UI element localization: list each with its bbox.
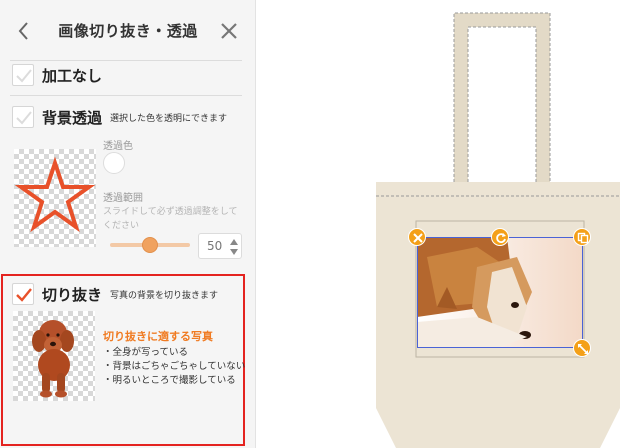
panel-header: 画像切り抜き・透過 (0, 0, 256, 60)
range-slider-knob[interactable] (142, 237, 158, 253)
tote-bag-mockup (376, 12, 620, 448)
duplicate-handle[interactable] (573, 228, 591, 246)
option-description: 写真の背景を切り抜きます (110, 290, 219, 301)
range-value: 50 (207, 239, 223, 253)
option-description: 選択した色を透明にできます (110, 113, 228, 124)
transparent-color-label: 透過色 (103, 141, 133, 152)
rotate-handle[interactable] (491, 228, 509, 246)
transparent-color-swatch[interactable] (103, 152, 125, 174)
poodle-illustration (32, 320, 74, 398)
range-value-stepper[interactable]: 50 (198, 233, 242, 259)
duplicate-icon (577, 232, 589, 244)
list-item: ・背景はごちゃごちゃしていない (103, 361, 246, 372)
option-background-transparent[interactable]: 背景透過 選択した色を透明にできます (12, 104, 227, 130)
checkbox-background-transparent[interactable] (12, 106, 34, 128)
range-hint: スライドして必ず透過調整をしてください (103, 207, 238, 231)
close-icon (221, 23, 237, 39)
cutout-example-image (13, 311, 95, 401)
edit-panel: 画像切り抜き・透過 加工なし 背景透過 選択した色を透明にできます 透過色 透過… (0, 0, 256, 448)
list-item: ・明るいところで撮影している (103, 375, 236, 386)
star-icon (14, 156, 96, 233)
option-cutout[interactable]: 切り抜き 写真の背景を切り抜きます (12, 281, 218, 307)
rotate-icon (496, 233, 506, 243)
back-button[interactable] (14, 18, 34, 44)
stepper-arrows-icon[interactable] (229, 237, 239, 257)
option-label: 背景透過 (42, 108, 103, 127)
checkbox-no-processing[interactable] (12, 64, 34, 86)
suitable-photo-title: 切り抜きに適する写真 (103, 330, 213, 343)
design-canvas[interactable] (256, 0, 640, 448)
option-no-processing[interactable]: 加工なし (12, 62, 102, 88)
transparent-preview-image (14, 149, 96, 247)
transparent-range-label: 透過範囲 (103, 193, 143, 204)
close-icon (413, 233, 423, 243)
list-item: ・全身が写っている (103, 347, 189, 358)
checkbox-cutout[interactable] (12, 283, 34, 305)
check-icon (16, 69, 32, 83)
check-icon (16, 111, 32, 125)
option-label: 切り抜き (42, 285, 103, 304)
divider (10, 95, 242, 96)
chevron-left-icon (18, 22, 28, 40)
selection-box[interactable] (417, 237, 583, 348)
resize-icon (578, 344, 588, 354)
close-button[interactable] (218, 20, 240, 42)
panel-title: 画像切り抜き・透過 (58, 22, 198, 40)
check-icon (16, 288, 32, 302)
divider (10, 60, 242, 61)
suitable-photo-list: ・全身が写っている ・背景はごちゃごちゃしていない ・明るいところで撮影している (103, 346, 245, 388)
option-label: 加工なし (42, 66, 103, 85)
delete-handle[interactable] (408, 228, 426, 246)
resize-handle[interactable] (573, 339, 591, 357)
